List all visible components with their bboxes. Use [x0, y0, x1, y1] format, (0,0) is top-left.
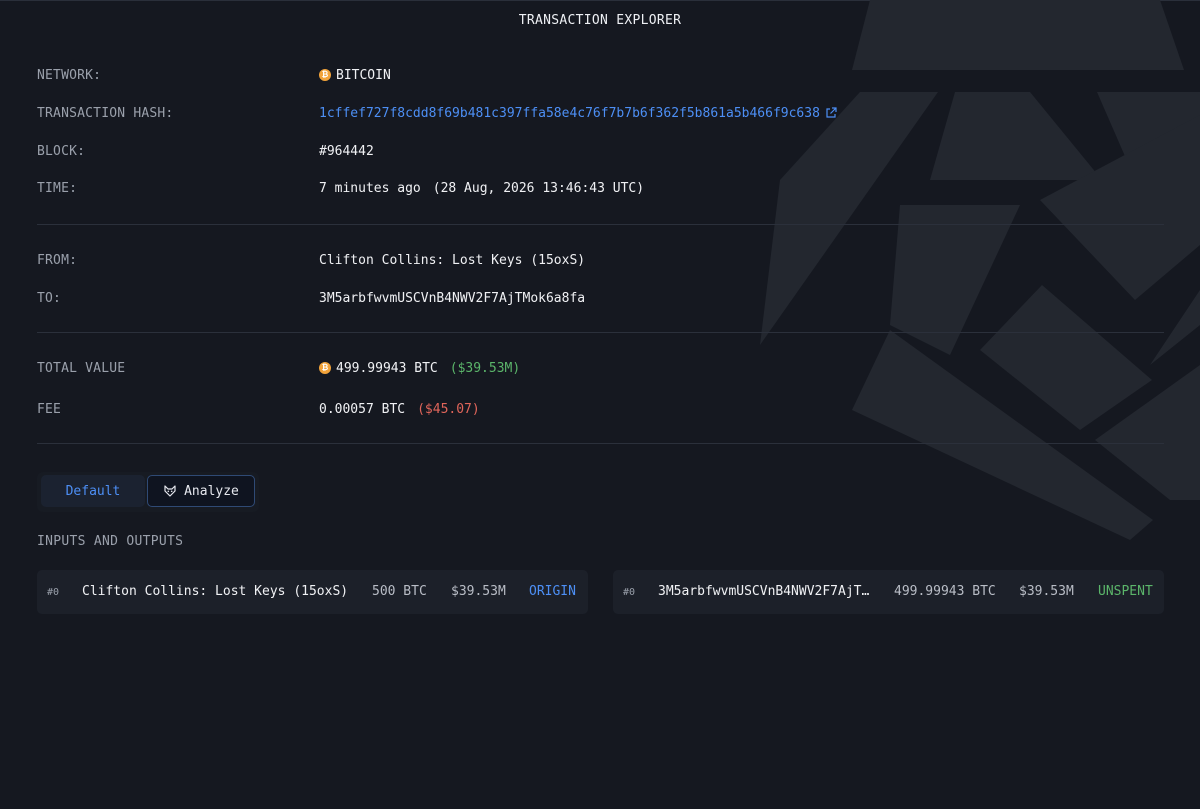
total-value-row: TOTAL VALUE ₿ 499.99943 BTC ($39.53M)	[37, 358, 520, 378]
fee-usd: ($45.07)	[417, 401, 480, 417]
input-address[interactable]: Clifton Collins: Lost Keys (15oxS)	[82, 584, 348, 599]
input-status-badge: ORIGIN	[529, 584, 576, 599]
divider	[37, 224, 1164, 225]
fox-icon	[164, 485, 176, 497]
top-border	[0, 0, 1200, 1]
transaction-explorer-page: TRANSACTION EXPLORER NETWORK: ₿ BITCOIN …	[0, 0, 1200, 809]
block-label: BLOCK:	[37, 143, 86, 159]
bitcoin-icon: ₿	[319, 69, 331, 81]
time-row: TIME: 7 minutes ago (28 Aug, 2026 13:46:…	[37, 178, 644, 198]
fee-value: 0.00057 BTC ($45.07)	[319, 402, 480, 417]
time-label: TIME:	[37, 180, 78, 196]
input-usd: $39.53M	[451, 584, 506, 599]
input-index: #0	[47, 587, 60, 598]
time-absolute: (28 Aug, 2026 13:46:43 UTC)	[432, 180, 645, 196]
block-number[interactable]: #964442	[319, 144, 374, 159]
default-view-button[interactable]: Default	[41, 475, 145, 507]
total-value-usd: ($39.53M)	[449, 360, 521, 376]
divider	[37, 443, 1164, 444]
network-label: NETWORK:	[37, 67, 102, 83]
hash-label: TRANSACTION HASH:	[37, 105, 174, 121]
input-row[interactable]: #0 Clifton Collins: Lost Keys (15oxS) 50…	[37, 570, 588, 614]
input-amount: 500 BTC	[372, 584, 427, 599]
total-value-amount: 499.99943 BTC	[336, 360, 438, 376]
page-title: TRANSACTION EXPLORER	[518, 13, 682, 28]
to-label: TO:	[37, 290, 62, 306]
network-row: NETWORK: ₿ BITCOIN	[37, 65, 391, 85]
fee-label: FEE	[37, 401, 62, 417]
time-relative: 7 minutes ago	[319, 180, 421, 196]
bitcoin-icon: ₿	[319, 362, 331, 374]
analyze-label: Analyze	[184, 483, 239, 499]
output-index: #0	[623, 587, 636, 598]
total-value: ₿ 499.99943 BTC ($39.53M)	[319, 361, 520, 376]
from-address[interactable]: Clifton Collins: Lost Keys (15oxS)	[319, 253, 585, 268]
block-row: BLOCK: #964442	[37, 141, 374, 161]
analyze-view-button[interactable]: Analyze	[147, 475, 255, 507]
arkham-logo-watermark	[760, 0, 1200, 540]
network-value: ₿ BITCOIN	[319, 68, 391, 83]
from-row: FROM: Clifton Collins: Lost Keys (15oxS)	[37, 250, 585, 270]
from-label: FROM:	[37, 252, 78, 268]
output-address[interactable]: 3M5arbfwvmUSCVnB4NWV2F7AjT…	[658, 584, 869, 599]
transaction-hash-link[interactable]: 1cffef727f8cdd8f69b481c397ffa58e4c76f7b7…	[319, 106, 837, 121]
total-value-label: TOTAL VALUE	[37, 360, 126, 376]
output-amount: 499.99943 BTC	[894, 584, 996, 599]
fee-row: FEE 0.00057 BTC ($45.07)	[37, 399, 480, 419]
output-usd: $39.53M	[1019, 584, 1074, 599]
hash-row: TRANSACTION HASH: 1cffef727f8cdd8f69b481…	[37, 103, 837, 123]
view-toggle: Default Analyze	[37, 472, 259, 512]
external-link-icon[interactable]	[825, 107, 837, 119]
to-address[interactable]: 3M5arbfwvmUSCVnB4NWV2F7AjTMok6a8fa	[319, 291, 585, 306]
output-status-badge: UNSPENT	[1098, 584, 1153, 599]
time-value: 7 minutes ago (28 Aug, 2026 13:46:43 UTC…	[319, 181, 644, 196]
inputs-outputs-title: INPUTS AND OUTPUTS	[37, 534, 184, 549]
transaction-hash-text[interactable]: 1cffef727f8cdd8f69b481c397ffa58e4c76f7b7…	[319, 106, 820, 121]
fee-amount: 0.00057 BTC	[319, 401, 406, 417]
output-row[interactable]: #0 3M5arbfwvmUSCVnB4NWV2F7AjT… 499.99943…	[613, 570, 1164, 614]
to-row: TO: 3M5arbfwvmUSCVnB4NWV2F7AjTMok6a8fa	[37, 288, 585, 308]
divider	[37, 332, 1164, 333]
network-name: BITCOIN	[336, 67, 391, 83]
